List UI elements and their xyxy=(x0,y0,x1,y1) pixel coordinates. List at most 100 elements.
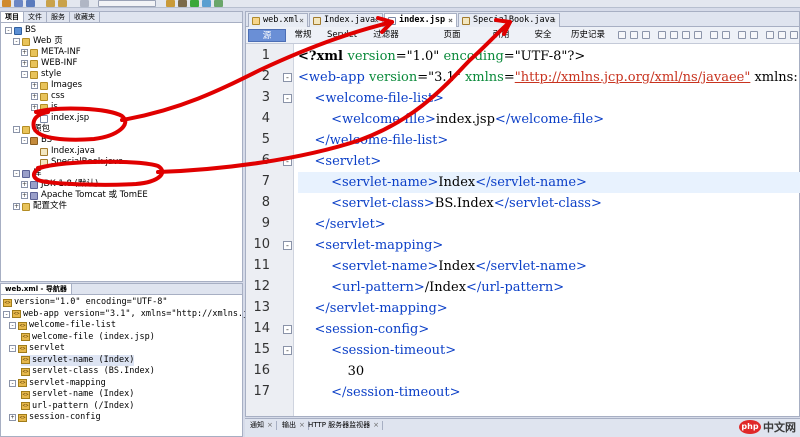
redo-icon[interactable] xyxy=(58,0,67,7)
expand-icon[interactable]: + xyxy=(21,49,28,56)
tree-item[interactable]: + Images xyxy=(31,80,82,91)
tree-item[interactable]: + WEB-INF xyxy=(21,58,77,69)
code-line[interactable]: <web-app version="3.1" xmlns="http://xml… xyxy=(298,67,798,88)
expand-icon[interactable]: + xyxy=(31,93,38,100)
editor-tab-index-java[interactable]: Index.java × xyxy=(309,13,383,27)
config-dropdown[interactable] xyxy=(98,0,156,7)
fold-toggle-icon[interactable]: - xyxy=(283,157,292,166)
editor-tab-index-jsp[interactable]: index.jsp × xyxy=(384,13,457,27)
expand-icon[interactable]: + xyxy=(9,414,16,421)
navigator-item[interactable]: <> servlet-class (BS.Index) xyxy=(21,366,155,377)
tree-item[interactable]: + META-INF xyxy=(21,47,81,58)
tab-notifications[interactable]: 通知 × xyxy=(247,421,277,430)
navigator-item[interactable]: <> servlet-name (Index) xyxy=(21,389,134,400)
close-icon[interactable]: × xyxy=(374,14,379,27)
tab-favorites[interactable]: 收藏夹 xyxy=(70,12,100,22)
stop-macro-icon[interactable] xyxy=(750,31,758,39)
tree-item[interactable]: + js xyxy=(31,102,58,113)
close-icon[interactable]: × xyxy=(299,421,305,429)
subtab-history[interactable]: 历史记录 xyxy=(564,29,612,42)
collapse-icon[interactable]: - xyxy=(9,379,16,387)
tree-item[interactable]: + css xyxy=(31,91,65,102)
navigator-item[interactable]: <> version="1.0" encoding="UTF-8" xyxy=(3,297,168,308)
navigator-item[interactable]: + <> session-config xyxy=(9,412,101,423)
navigator-item[interactable]: <> welcome-file (index.jsp) xyxy=(21,332,155,343)
navigator-item[interactable]: - <> web-app version="3.1", xmlns="http://… xyxy=(3,309,279,320)
code-line[interactable]: </welcome-file-list> xyxy=(298,130,449,151)
tree-item[interactable]: - style xyxy=(21,69,61,80)
code-line[interactable]: <session-config> xyxy=(298,319,430,340)
tree-item[interactable]: - 源包 xyxy=(13,124,50,135)
build-icon[interactable] xyxy=(178,0,187,7)
close-icon[interactable]: × xyxy=(373,421,379,429)
editor-tab-web-xml[interactable]: web.xml × xyxy=(248,13,308,27)
collapse-icon[interactable]: - xyxy=(3,310,10,318)
code-line[interactable]: <session-timeout> xyxy=(298,340,456,361)
navigator-item[interactable]: <> url-pattern (/Index) xyxy=(21,401,134,412)
collapse-icon[interactable]: - xyxy=(13,38,20,45)
editor-tab-specialbook-java[interactable]: SpecialBook.java × xyxy=(458,13,560,27)
collapse-icon[interactable]: - xyxy=(21,137,28,144)
tree-item[interactable]: - BS xyxy=(21,135,52,146)
collapse-icon[interactable]: - xyxy=(5,27,12,34)
shift-right-icon[interactable] xyxy=(722,31,730,39)
tree-item[interactable]: Index.java xyxy=(31,146,95,157)
collapse-icon[interactable]: - xyxy=(13,170,20,177)
code-line[interactable]: <servlet-name>Index</servlet-name> xyxy=(298,256,587,277)
subtab-pages[interactable]: 页面 xyxy=(436,29,468,42)
check-xml-icon[interactable] xyxy=(766,31,774,39)
tree-item[interactable]: index.jsp xyxy=(31,113,89,124)
subtab-servlet[interactable]: Servlet xyxy=(320,29,364,42)
close-icon[interactable]: × xyxy=(551,14,556,27)
clean-build-icon[interactable] xyxy=(166,0,175,7)
code-line[interactable]: </servlet-mapping> xyxy=(298,298,448,319)
record-macro-icon[interactable] xyxy=(738,31,746,39)
expand-icon[interactable]: + xyxy=(21,192,28,199)
xsl-transform-icon[interactable] xyxy=(790,31,798,39)
close-icon[interactable]: × xyxy=(299,14,304,27)
tree-item[interactable]: + JDK 1.8 (默认) xyxy=(21,179,98,190)
tree-item[interactable]: SpecialBook.java xyxy=(31,157,123,168)
profile-icon[interactable] xyxy=(214,0,223,7)
tab-projects[interactable]: 项目 xyxy=(1,12,24,22)
toggle-view-icon[interactable] xyxy=(618,31,626,39)
fold-toggle-icon[interactable]: - xyxy=(283,325,292,334)
close-icon[interactable]: × xyxy=(267,421,273,429)
collapse-icon[interactable]: - xyxy=(21,71,28,78)
tree-item[interactable]: - Web 页 xyxy=(13,36,63,47)
fold-toggle-icon[interactable]: - xyxy=(283,73,292,82)
code-line[interactable]: </session-timeout> xyxy=(298,382,460,403)
navigator-item[interactable]: <> servlet-name (Index) xyxy=(21,354,135,366)
fold-toggle-icon[interactable]: - xyxy=(283,241,292,250)
shift-left-icon[interactable] xyxy=(710,31,718,39)
expand-icon[interactable]: + xyxy=(21,181,28,188)
code-line[interactable]: <welcome-file-list> xyxy=(298,88,444,109)
code-line[interactable]: <?xml version="1.0" encoding="UTF-8"?> xyxy=(298,46,585,67)
forward-icon[interactable] xyxy=(642,31,650,39)
code-line[interactable]: 30 xyxy=(298,361,365,382)
expand-icon[interactable]: + xyxy=(21,60,28,67)
open-project-icon[interactable] xyxy=(14,0,23,7)
subtab-general[interactable]: 常规 xyxy=(288,29,318,42)
tree-item[interactable]: + Apache Tomcat 或 TomEE xyxy=(21,190,148,201)
validate-xml-icon[interactable] xyxy=(778,31,786,39)
tree-item[interactable]: -库 xyxy=(13,168,42,179)
code-line[interactable]: <servlet-name>Index</servlet-name> xyxy=(298,172,800,193)
run-icon[interactable] xyxy=(190,0,199,7)
collapse-icon[interactable]: - xyxy=(13,126,20,133)
tree-item[interactable]: - BS xyxy=(5,25,36,36)
code-line[interactable]: <welcome-file>index.jsp</welcome-file> xyxy=(298,109,604,130)
navigator-item[interactable]: - <> servlet-mapping xyxy=(9,378,106,389)
code-line[interactable]: <servlet-mapping> xyxy=(298,235,444,256)
find-prev-icon[interactable] xyxy=(670,31,678,39)
fold-toggle-icon[interactable]: - xyxy=(283,94,292,103)
navigator-item[interactable]: - <> welcome-file-list xyxy=(9,320,116,331)
expand-icon[interactable]: + xyxy=(13,203,20,210)
navigator-title[interactable]: web.xml - 导航器 xyxy=(1,284,72,294)
tab-http-monitor[interactable]: HTTP 服务器监视器 × xyxy=(305,421,384,430)
toggle-highlight-icon[interactable] xyxy=(694,31,702,39)
code-area[interactable]: <?xml version="1.0" encoding="UTF-8"?> <w… xyxy=(298,44,800,416)
find-next-icon[interactable] xyxy=(682,31,690,39)
new-file-icon[interactable] xyxy=(2,0,11,7)
search-icon[interactable] xyxy=(658,31,666,39)
